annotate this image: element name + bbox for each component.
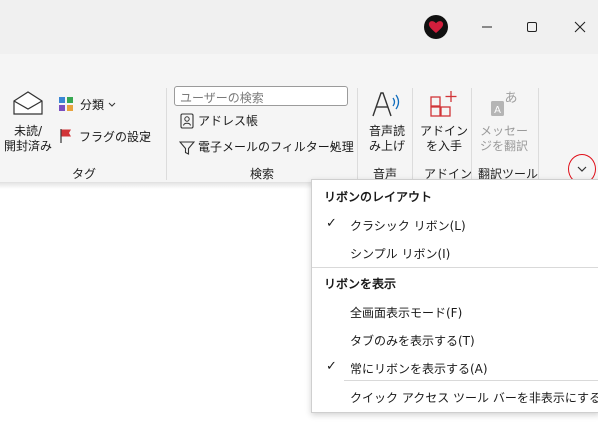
svg-text:あ: あ: [504, 91, 517, 106]
chevron-down-icon: [143, 134, 151, 139]
menu-item-tabs-only[interactable]: タブのみを表示する(T): [350, 332, 475, 349]
checkmark-icon: ✓: [326, 216, 337, 231]
menu-item-always-show[interactable]: 常にリボンを表示する(A): [350, 360, 488, 377]
menu-item-hide-qat[interactable]: クイック アクセス ツール バーを非表示にする (H): [350, 389, 598, 406]
maximize-button[interactable]: [517, 13, 547, 41]
svg-text:A: A: [494, 105, 501, 116]
unread-read-label: 未読/ 開封済み: [3, 124, 52, 153]
group-separator: [471, 88, 472, 180]
read-aloud-icon: [372, 92, 400, 117]
flag-button[interactable]: [59, 128, 73, 147]
translate-icon: A あ: [491, 91, 518, 116]
group-separator: [357, 88, 358, 180]
unread-read-button[interactable]: [12, 90, 44, 119]
translate-message-button[interactable]: A あ: [488, 88, 520, 123]
group-separator: [538, 88, 539, 180]
read-aloud-button[interactable]: [370, 88, 402, 123]
menu-header-show: リボンを表示: [324, 277, 397, 291]
chevron-down-icon: [577, 166, 587, 172]
heart-icon: [428, 21, 444, 33]
menu-header-layout: リボンのレイアウト: [324, 190, 433, 204]
close-button[interactable]: [565, 13, 595, 41]
categorize-icon: [59, 97, 73, 111]
chevron-down-icon: [108, 102, 116, 107]
read-aloud-label: 音声読 み上げ: [368, 124, 405, 153]
profile-avatar[interactable]: [424, 15, 448, 39]
menu-separator: [312, 267, 598, 268]
get-addins-icon: [430, 91, 457, 117]
minimize-icon: [482, 26, 492, 28]
categorize-button[interactable]: [58, 96, 74, 115]
menu-item-simplified-ribbon[interactable]: シンプル リボン(I): [350, 245, 450, 262]
menu-separator: [344, 380, 598, 381]
chevron-down-icon: [331, 144, 339, 149]
filter-email-button[interactable]: [178, 140, 196, 159]
search-group-title: 検索: [250, 167, 275, 181]
get-addins-button[interactable]: [428, 88, 460, 123]
categorize-label: 分類: [80, 98, 105, 112]
search-people-input[interactable]: ユーザーの検索: [174, 86, 348, 106]
address-book-label: アドレス帳: [198, 114, 259, 128]
checkmark-icon: ✓: [326, 359, 337, 374]
filter-icon: [178, 141, 196, 155]
group-separator: [166, 88, 167, 180]
flag-label: フラグの設定: [79, 130, 152, 144]
ribbon-options-menu: リボンのレイアウト ✓ クラシック リボン(L) シンプル リボン(I) リボン…: [311, 179, 598, 413]
menu-item-fullscreen[interactable]: 全画面表示モード(F): [350, 304, 462, 321]
group-separator: [412, 88, 413, 180]
translate-message-label: メッセー ジを翻訳: [479, 124, 528, 153]
maximize-icon: [527, 22, 537, 32]
flag-icon: [60, 129, 71, 143]
menu-item-classic-ribbon[interactable]: クラシック リボン(L): [350, 217, 466, 234]
get-addins-label: アドイン を入手: [420, 124, 469, 153]
tags-group-title: タグ: [72, 167, 97, 181]
address-book-button[interactable]: [180, 113, 194, 132]
minimize-button[interactable]: [472, 13, 502, 41]
address-book-icon: [180, 113, 194, 129]
close-icon: [574, 21, 586, 33]
title-bar: [0, 0, 598, 54]
envelope-open-icon: [13, 91, 43, 115]
